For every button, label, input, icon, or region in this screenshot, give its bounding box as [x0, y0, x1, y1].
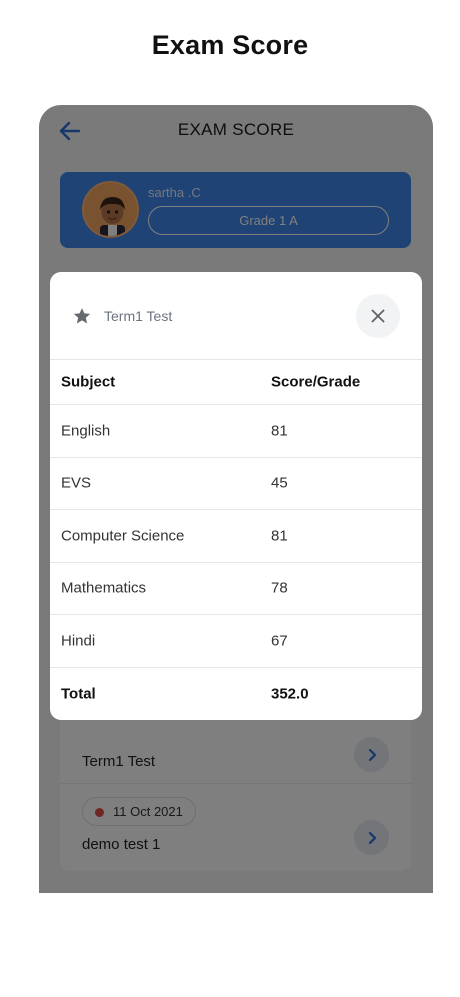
star-icon [73, 308, 91, 324]
column-header-subject: Subject [61, 373, 116, 391]
total-value: 352.0 [271, 685, 309, 702]
score-dialog: Term1 Test Subject Score/Grade English 8… [50, 272, 422, 720]
table-row: Computer Science 81 [50, 510, 422, 563]
total-row: Total 352.0 [50, 668, 422, 720]
subject-cell: Hindi [61, 632, 96, 650]
score-cell: 67 [271, 632, 288, 650]
score-cell: 45 [271, 474, 288, 492]
subject-cell: Computer Science [61, 527, 185, 545]
score-table: Subject Score/Grade English 81 EVS 45 Co… [50, 360, 422, 720]
score-cell: 81 [271, 422, 288, 440]
table-row: Hindi 67 [50, 615, 422, 668]
score-cell: 78 [271, 579, 288, 597]
table-row: English 81 [50, 405, 422, 458]
subject-cell: English [61, 422, 111, 440]
subject-cell: EVS [61, 474, 92, 492]
total-label: Total [61, 685, 96, 702]
close-icon [371, 309, 385, 323]
table-header: Subject Score/Grade [50, 360, 422, 405]
subject-cell: Mathematics [61, 579, 147, 597]
score-cell: 81 [271, 527, 288, 545]
table-row: EVS 45 [50, 458, 422, 510]
close-button[interactable] [356, 294, 400, 338]
table-row: Mathematics 78 [50, 563, 422, 615]
dialog-title: Term1 Test [104, 308, 173, 324]
column-header-score: Score/Grade [271, 373, 361, 391]
dialog-header: Term1 Test [50, 272, 422, 360]
page-heading: Exam Score [151, 30, 309, 60]
